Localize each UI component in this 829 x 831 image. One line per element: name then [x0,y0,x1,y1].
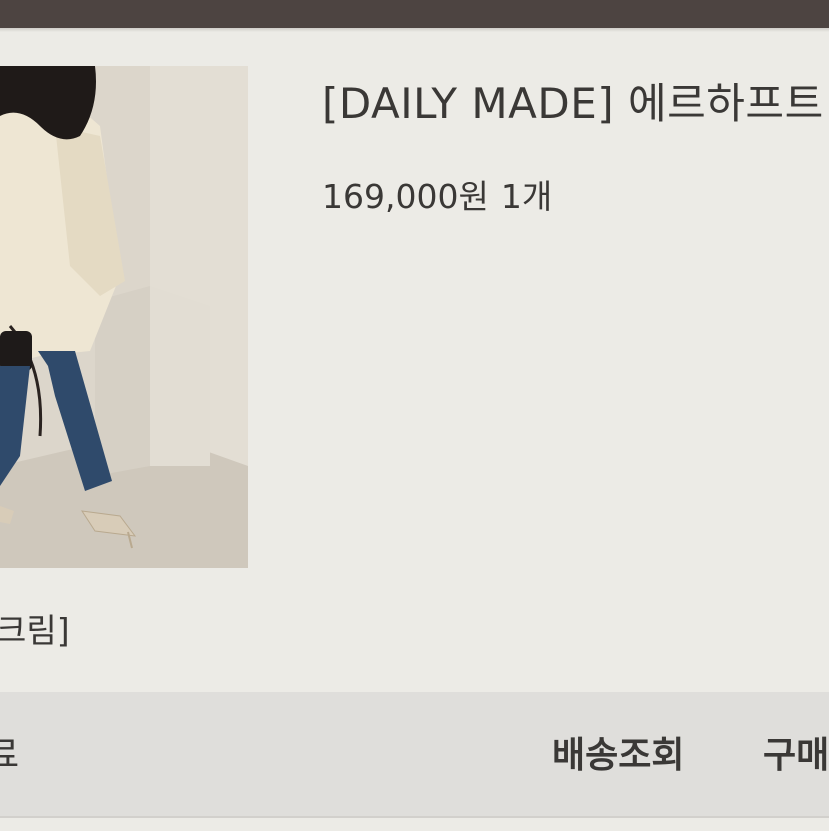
product-option: 크림] [0,611,70,650]
price-line: 169,000원 1개 [322,170,552,218]
product-price: 169,000원 [322,177,489,216]
product-quantity: 1개 [500,177,553,216]
track-delivery-button[interactable]: 배송조회 [552,726,684,778]
product-image[interactable] [0,66,248,568]
purchase-button[interactable]: 구매 [763,726,829,778]
top-bar-shadow [0,28,829,32]
order-action-bar: 료 배송조회 구매 [0,692,829,816]
product-title[interactable]: [DAILY MADE] 에르하프트 [322,70,824,131]
top-bar [0,0,829,28]
status-label: 료 [0,735,20,776]
product-photo [0,66,248,568]
